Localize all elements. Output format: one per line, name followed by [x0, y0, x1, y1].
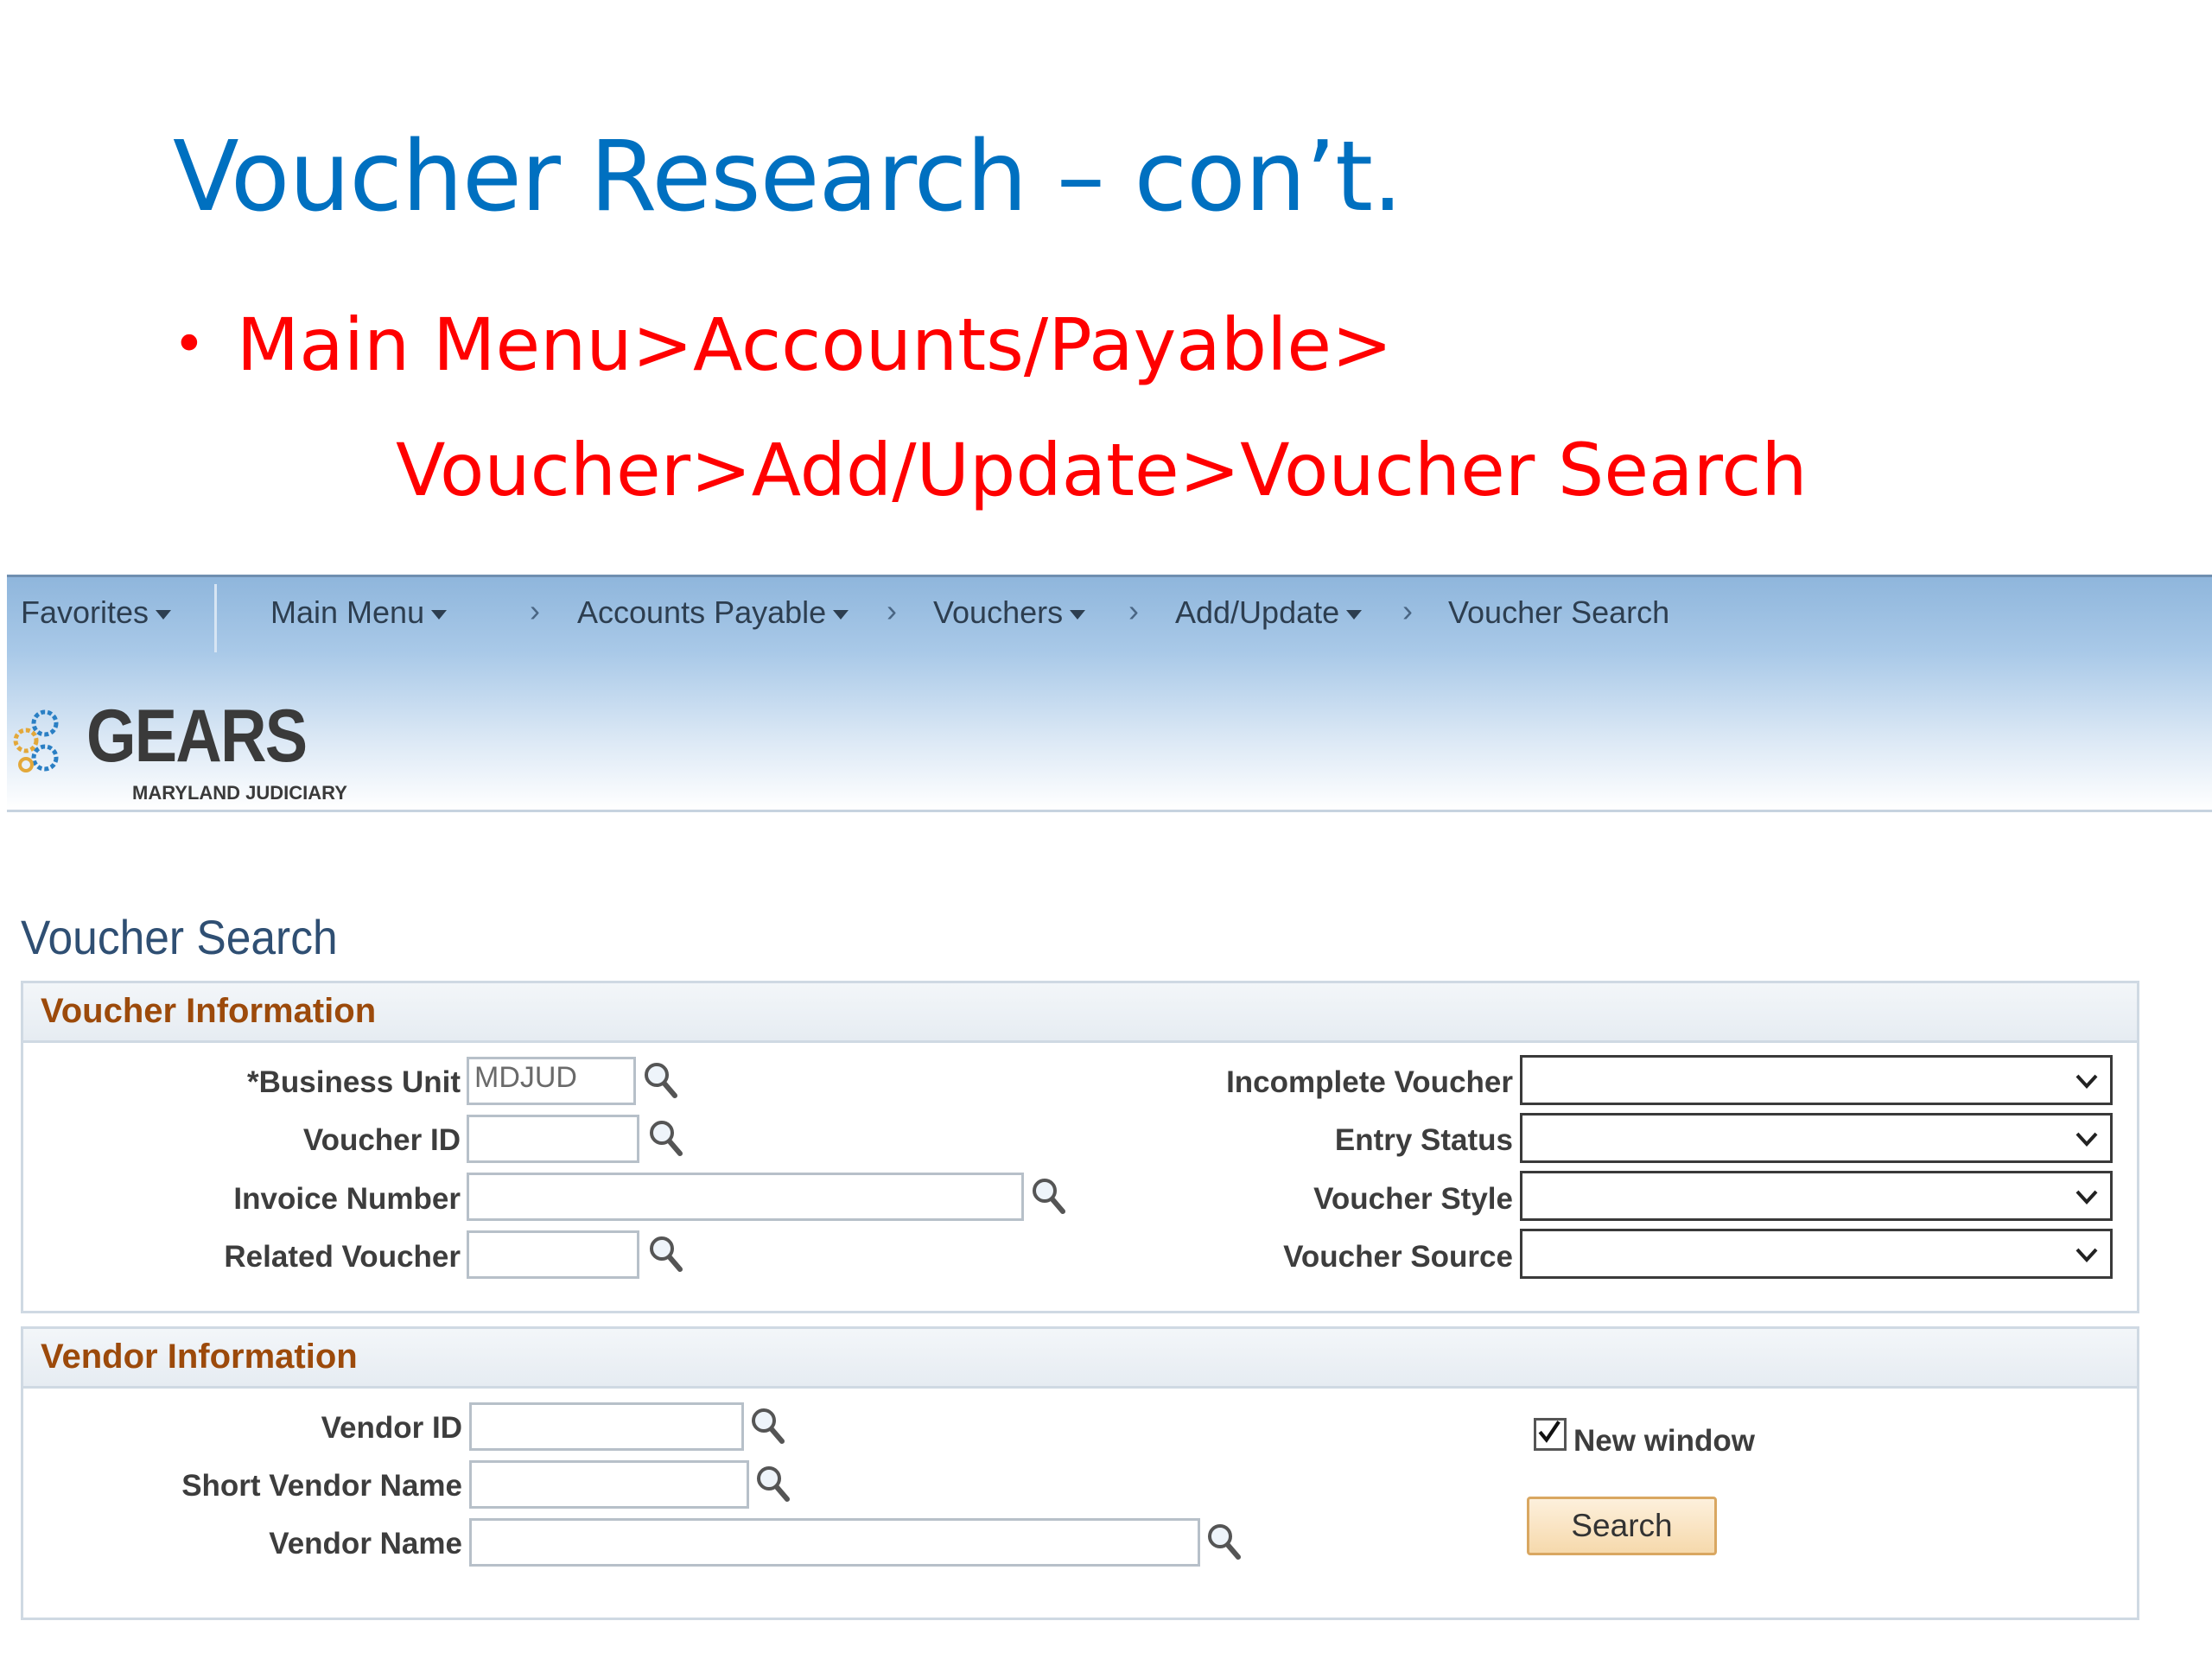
nav-main-menu-label: Main Menu: [270, 594, 425, 630]
lookup-icon[interactable]: [1205, 1521, 1243, 1564]
chevron-down-icon: [2075, 1190, 2098, 1205]
group-header: Vendor Information: [23, 1329, 2137, 1389]
vendor-name-input[interactable]: [469, 1518, 1200, 1567]
slide-title: Voucher Research – con’t.: [173, 121, 1403, 233]
voucher-id-label: Voucher ID: [302, 1123, 461, 1157]
bullet-text-line-1: Main Menu>Accounts/Payable>: [236, 302, 1393, 387]
related-voucher-label: Related Voucher: [224, 1240, 461, 1274]
short-vendor-name-label: Short Vendor Name: [181, 1469, 462, 1503]
entry-status-label: Entry Status: [1334, 1123, 1513, 1157]
caret-down-icon: [431, 609, 448, 620]
vendor-id-input[interactable]: [469, 1402, 744, 1451]
vendor-information-title: Vendor Information: [41, 1338, 358, 1376]
nav-vouchers[interactable]: Vouchers: [933, 594, 1086, 631]
lookup-icon[interactable]: [647, 1233, 685, 1276]
lookup-icon[interactable]: [1030, 1175, 1068, 1218]
breadcrumb-separator-icon: ›: [530, 593, 540, 628]
voucher-style-select[interactable]: [1520, 1171, 2113, 1221]
slide-bullet: • Main Menu>Accounts/Payable>: [173, 302, 1392, 387]
page-title: Voucher Search: [21, 910, 338, 964]
voucher-source-select[interactable]: [1520, 1229, 2113, 1279]
breadcrumb-separator-icon: ›: [1402, 593, 1413, 628]
caret-down-icon: [156, 609, 172, 620]
new-window-label: New window: [1573, 1424, 1755, 1458]
short-vendor-name-input[interactable]: [469, 1460, 749, 1509]
caret-down-icon: [1346, 609, 1363, 620]
nav-accounts-payable[interactable]: Accounts Payable: [577, 594, 849, 631]
lookup-icon[interactable]: [754, 1463, 792, 1506]
voucher-style-label: Voucher Style: [1313, 1182, 1513, 1216]
search-button[interactable]: Search: [1527, 1497, 1717, 1555]
business-unit-label: *Business Unit: [247, 1065, 461, 1099]
nav-vouchers-label: Vouchers: [933, 594, 1064, 630]
incomplete-voucher-select[interactable]: [1520, 1055, 2113, 1105]
vendor-information-group: Vendor Information Vendor ID Short Vendo…: [21, 1326, 2139, 1620]
business-unit-input[interactable]: MDJUD: [467, 1057, 636, 1105]
navigation-bar: Favorites Main Menu › Accounts Payable ›…: [7, 575, 2212, 653]
invoice-number-input[interactable]: [467, 1173, 1024, 1221]
lookup-icon[interactable]: [642, 1059, 680, 1103]
nav-add-update-label: Add/Update: [1175, 594, 1340, 630]
breadcrumb-separator-icon: ›: [1128, 593, 1139, 628]
group-header: Voucher Information: [23, 983, 2137, 1043]
vendor-id-label: Vendor ID: [321, 1411, 462, 1445]
new-window-checkbox[interactable]: [1534, 1418, 1567, 1451]
logo-name: GEARS: [86, 695, 308, 778]
caret-down-icon: [1070, 609, 1086, 620]
breadcrumb-separator-icon: ›: [887, 593, 897, 628]
chevron-down-icon: [2075, 1074, 2098, 1089]
chevron-down-icon: [2075, 1248, 2098, 1262]
nav-main-menu[interactable]: Main Menu: [270, 594, 448, 631]
caret-down-icon: [833, 609, 849, 620]
nav-add-update[interactable]: Add/Update: [1175, 594, 1363, 631]
voucher-source-label: Voucher Source: [1283, 1240, 1513, 1274]
peoplesoft-screenshot: Favorites Main Menu › Accounts Payable ›…: [7, 575, 2212, 1659]
bullet-text-line-2: Voucher>Add/Update>Voucher Search: [396, 428, 1808, 512]
bullet-dot: •: [173, 313, 206, 377]
nav-accounts-payable-label: Accounts Payable: [577, 594, 827, 630]
nav-divider: [214, 584, 217, 653]
chevron-down-icon: [2075, 1132, 2098, 1147]
checkmark-icon: [1538, 1421, 1560, 1443]
nav-voucher-search[interactable]: Voucher Search: [1448, 594, 1669, 631]
lookup-icon[interactable]: [749, 1405, 787, 1448]
gears-banner: GEARS MARYLAND JUDICIARY: [7, 652, 2212, 812]
logo-subtitle: MARYLAND JUDICIARY: [132, 782, 347, 804]
voucher-information-group: Voucher Information *Business Unit MDJUD…: [21, 981, 2139, 1313]
related-voucher-input[interactable]: [467, 1230, 639, 1279]
lookup-icon[interactable]: [647, 1117, 685, 1160]
gears-icon: [13, 709, 59, 772]
nav-favorites[interactable]: Favorites: [21, 594, 172, 631]
invoice-number-label: Invoice Number: [233, 1182, 461, 1216]
nav-favorites-label: Favorites: [21, 594, 149, 630]
voucher-id-input[interactable]: [467, 1115, 639, 1163]
entry-status-select[interactable]: [1520, 1113, 2113, 1163]
vendor-name-label: Vendor Name: [269, 1527, 462, 1560]
incomplete-voucher-label: Incomplete Voucher: [1226, 1065, 1513, 1099]
voucher-information-title: Voucher Information: [41, 992, 377, 1030]
